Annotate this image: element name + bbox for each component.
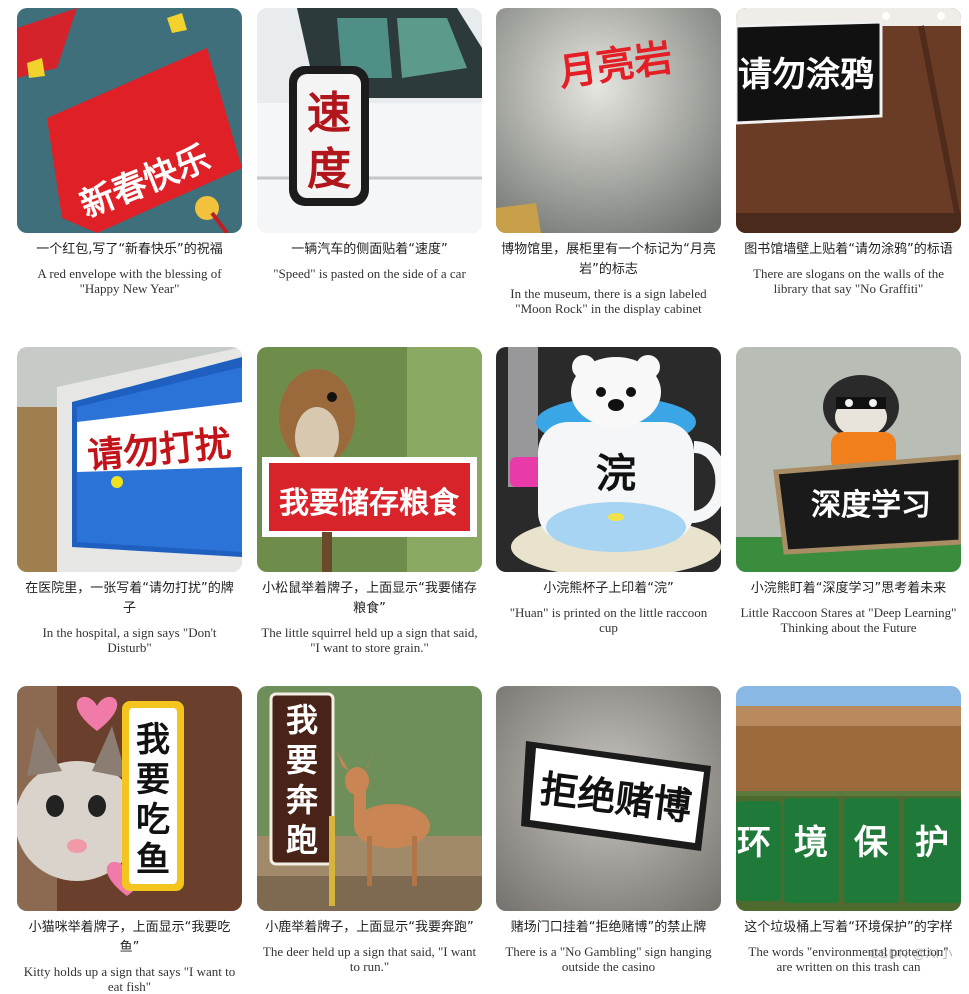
red-envelope-image: 新春快乐 (17, 8, 242, 233)
sign-char: 要 (136, 760, 170, 800)
raccoon-cup-image: 浣 (496, 347, 721, 572)
squirrel-image: 我要储存粮食 (257, 347, 482, 572)
grid-item-squirrel[interactable]: 我要储存粮食 小松鼠举着牌子，上面显示“我要储存粮食” The little s… (257, 347, 482, 655)
grid-item-kitten[interactable]: 我 要 吃 鱼 小猫咪举着牌子，上面显示“我要吃鱼” Kitty holds u… (17, 686, 242, 994)
grid-item-casino[interactable]: 拒绝赌博 赌场门口挂着“拒绝赌博”的禁止牌 There is a "No Gam… (496, 686, 721, 974)
sign-char: 环 (737, 823, 771, 863)
raccoon-image: 深度学习 (736, 347, 961, 572)
image-grid: 新春快乐 一个红包,写了“新春快乐”的祝福 A red envelope wit… (0, 0, 969, 994)
sign-char: 境 (794, 823, 828, 863)
grid-item-trash-bins[interactable]: 环 境 保 护 这个垃圾桶上写着“环境保护”的字样 The words "env… (736, 686, 961, 974)
library-image: 请勿涂鸦 (736, 8, 961, 233)
caption-en: The little squirrel held up a sign that … (261, 625, 478, 655)
caption-en: Kitty holds up a sign that says "I want … (23, 964, 236, 994)
sign-text-bottom: 度 (307, 144, 351, 195)
trash-bins-image: 环 境 保 护 (736, 686, 961, 911)
grid-item-red-envelope[interactable]: 新春快乐 一个红包,写了“新春快乐”的祝福 A red envelope wit… (17, 8, 242, 296)
caption-en: There is a "No Gambling" sign hanging ou… (505, 944, 712, 974)
grid-item-hospital[interactable]: 请勿打扰 在医院里，一张写着“请勿打扰”的牌子 In the hospital,… (17, 347, 242, 655)
museum-image: 月亮岩 (496, 8, 721, 233)
sign-char: 我 (286, 701, 318, 739)
watermark: CSDN @AI小 (869, 946, 953, 961)
car-image: 速 度 (257, 8, 482, 233)
caption-zh: 这个垃圾桶上写着“环境保护”的字样 (744, 920, 953, 935)
sign-char: 保 (854, 823, 889, 863)
grid-item-museum[interactable]: 月亮岩 博物馆里，展柜里有一个标记为“月亮岩”的标志 In the museum… (496, 8, 721, 316)
caption-zh: 图书馆墙壁上贴着“请勿涂鸦”的标语 (744, 242, 953, 257)
hospital-image: 请勿打扰 (17, 347, 242, 572)
casino-image: 拒绝赌博 (496, 686, 721, 911)
caption-zh: 博物馆里，展柜里有一个标记为“月亮岩”的标志 (501, 242, 716, 277)
sign-char: 跑 (286, 821, 318, 859)
caption-zh: 小浣熊杯子上印着“浣” (543, 581, 674, 596)
caption-en: There are slogans on the walls of the li… (753, 266, 944, 296)
caption-en: The deer held up a sign that said, "I wa… (262, 944, 477, 974)
caption-en: In the hospital, a sign says "Don't Dist… (42, 625, 217, 655)
caption-en: "Speed" is pasted on the side of a car (273, 266, 466, 281)
sign-text: 我要储存粮食 (279, 486, 460, 521)
sign-char: 要 (286, 741, 318, 779)
grid-item-car[interactable]: 速 度 一辆汽车的侧面贴着“速度” "Speed" is pasted on t… (257, 8, 482, 281)
caption-zh: 小松鼠举着牌子，上面显示“我要储存粮食” (262, 581, 477, 616)
kitten-image: 我 要 吃 鱼 (17, 686, 242, 911)
sign-text: 深度学习 (811, 488, 931, 523)
grid-item-library[interactable]: 请勿涂鸦 图书馆墙壁上贴着“请勿涂鸦”的标语 There are slogans… (736, 8, 961, 296)
caption-en: A red envelope with the blessing of "Hap… (37, 266, 222, 296)
deer-image: 我 要 奔 跑 (257, 686, 482, 911)
caption-zh: 小鹿举着牌子，上面显示“我要奔跑” (265, 920, 474, 935)
sign-char: 鱼 (136, 840, 170, 880)
grid-item-deer[interactable]: 我 要 奔 跑 小鹿举着牌子，上面显示“我要奔跑” The deer held … (257, 686, 482, 974)
caption-zh: 一辆汽车的侧面贴着“速度” (291, 242, 448, 257)
caption-zh: 一个红包,写了“新春快乐”的祝福 (36, 242, 223, 257)
caption-zh: 赌场门口挂着“拒绝赌博”的禁止牌 (510, 920, 707, 935)
caption-en: In the museum, there is a sign labeled "… (510, 286, 707, 316)
sign-text-top: 速 (307, 88, 351, 139)
sign-text: 请勿涂鸦 (738, 55, 874, 95)
sign-char: 我 (136, 720, 170, 760)
caption-zh: 小浣熊盯着“深度学习”思考着未来 (750, 581, 947, 596)
caption-zh: 在医院里，一张写着“请勿打扰”的牌子 (25, 581, 234, 616)
caption-en: "Huan" is printed on the little raccoon … (509, 605, 708, 635)
sign-char: 奔 (286, 781, 319, 819)
grid-item-raccoon[interactable]: 深度学习 小浣熊盯着“深度学习”思考着未来 Little Raccoon Sta… (736, 347, 961, 635)
sign-text: 浣 (596, 451, 636, 497)
grid-item-raccoon-cup[interactable]: 浣 小浣熊杯子上印着“浣” "Huan" is printed on the l… (496, 347, 721, 635)
caption-en: Little Raccoon Stares at "Deep Learning"… (740, 605, 957, 635)
sign-char: 护 (915, 823, 949, 863)
sign-char: 吃 (136, 800, 170, 840)
caption-zh: 小猫咪举着牌子，上面显示“我要吃鱼” (28, 920, 231, 955)
